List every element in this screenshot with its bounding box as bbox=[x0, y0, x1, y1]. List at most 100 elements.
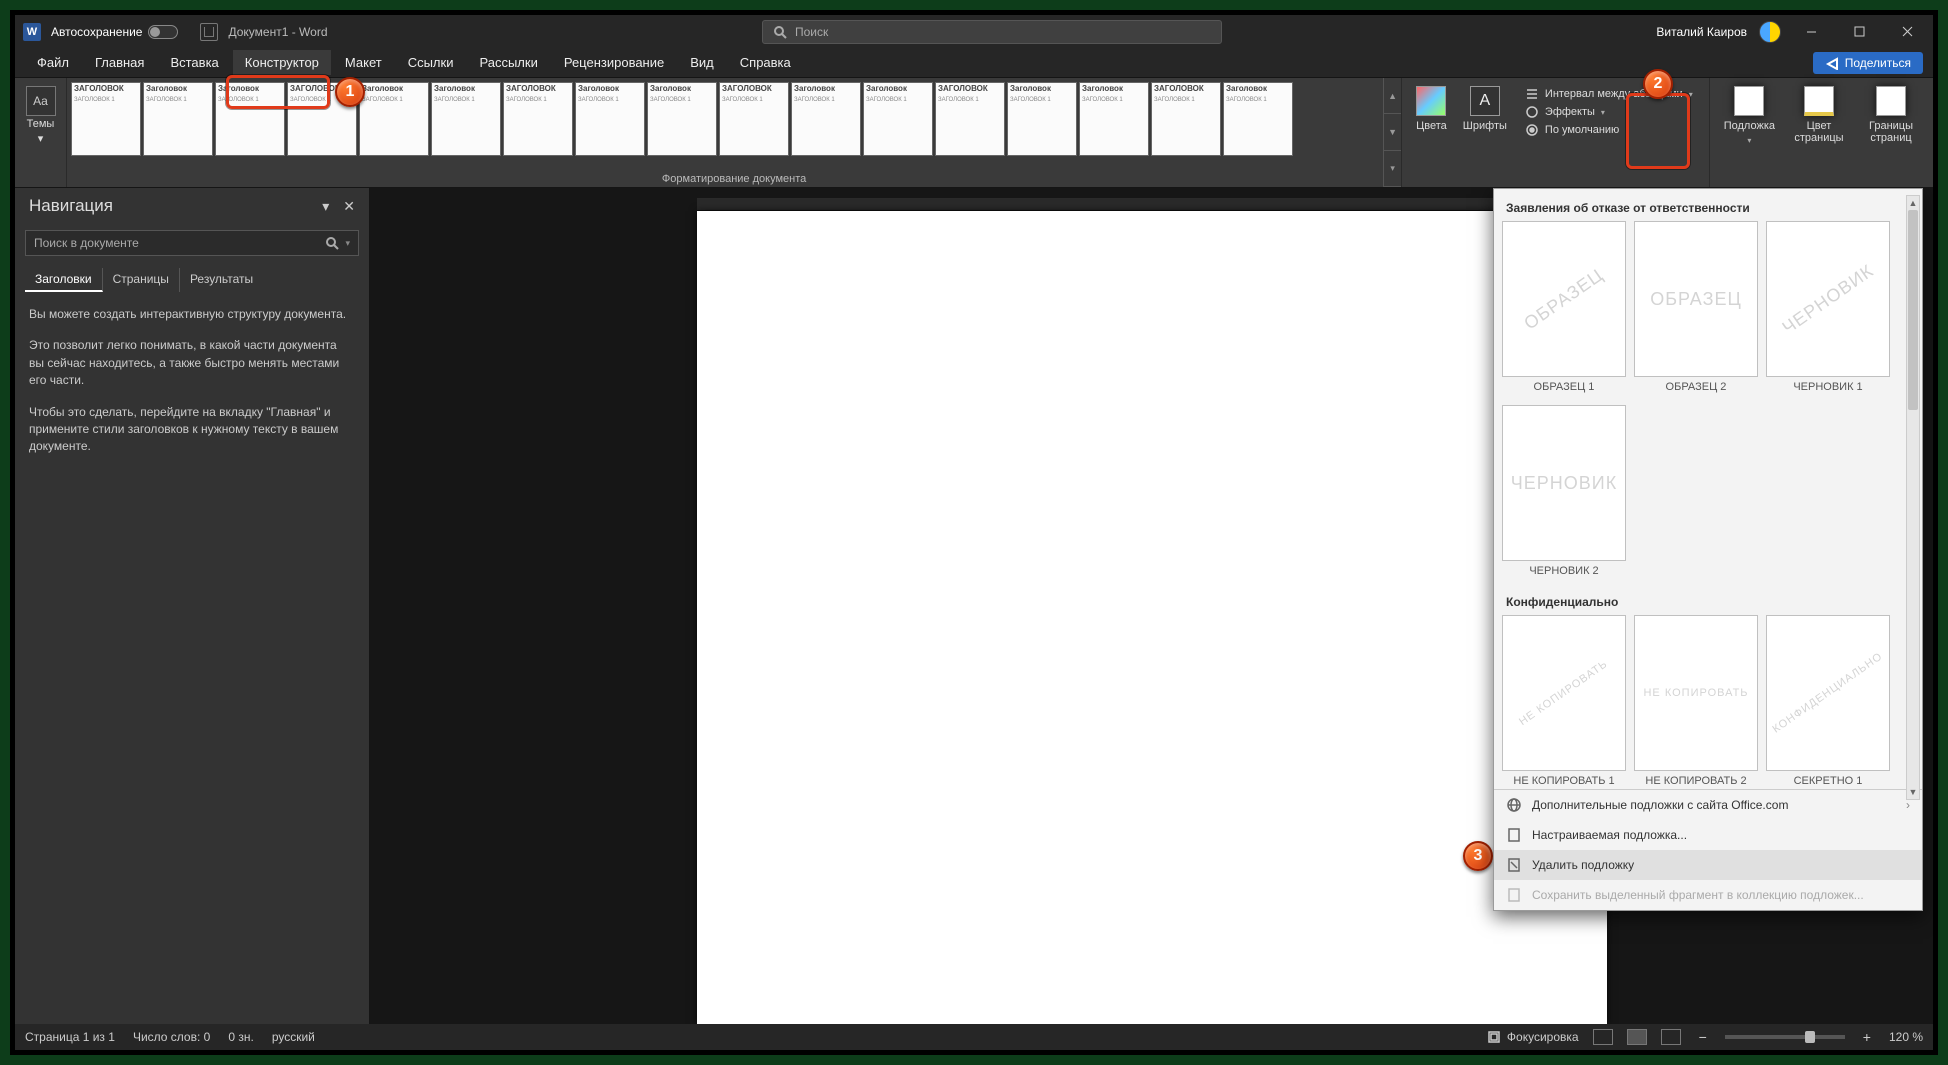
colors-icon bbox=[1416, 86, 1446, 116]
share-button[interactable]: Поделиться bbox=[1813, 52, 1923, 74]
tab-mailings[interactable]: Рассылки bbox=[467, 50, 549, 75]
style-gallery-item[interactable]: ЗаголовокЗАГОЛОВОК 1 bbox=[359, 82, 429, 156]
tab-review[interactable]: Рецензирование bbox=[552, 50, 676, 75]
user-name[interactable]: Виталий Каиров bbox=[1656, 25, 1747, 39]
style-gallery-item[interactable]: ЗАГОЛОВОКЗАГОЛОВОК 1 bbox=[935, 82, 1005, 156]
watermark-option[interactable]: НЕ КОПИРОВАТЬНЕ КОПИРОВАТЬ 1 bbox=[1502, 615, 1626, 789]
autosave-toggle[interactable]: Автосохранение bbox=[51, 25, 178, 39]
search-box[interactable]: Поиск bbox=[762, 20, 1222, 44]
nav-close-icon[interactable]: ✕ bbox=[343, 198, 355, 215]
page-color-button[interactable]: Цвет страницы bbox=[1783, 82, 1855, 148]
page-borders-button[interactable]: Границы страниц bbox=[1855, 82, 1927, 148]
toggle-switch-icon[interactable] bbox=[148, 25, 178, 39]
nav-menu-icon[interactable]: ▾ bbox=[322, 198, 329, 215]
share-icon bbox=[1825, 56, 1839, 70]
status-chars[interactable]: 0 зн. bbox=[228, 1030, 253, 1044]
page-icon bbox=[1506, 827, 1522, 843]
watermark-option[interactable]: ЧЕРНОВИКЧЕРНОВИК 1 bbox=[1766, 221, 1890, 397]
style-gallery-item[interactable]: ЗАГОЛОВОКЗАГОЛОВОК 1 bbox=[71, 82, 141, 156]
app-icon: W bbox=[23, 23, 41, 41]
effects-button[interactable]: Эффекты▾ bbox=[1523, 104, 1695, 120]
zoom-slider[interactable] bbox=[1725, 1035, 1845, 1039]
style-gallery-item[interactable]: ЗаголовокЗАГОЛОВОК 1 bbox=[647, 82, 717, 156]
nav-tabs: Заголовки Страницы Результаты bbox=[15, 262, 369, 292]
status-bar: Страница 1 из 1 Число слов: 0 0 зн. русс… bbox=[15, 1024, 1933, 1050]
themes-button[interactable]: Темы ▾ bbox=[22, 82, 60, 149]
nav-search-input[interactable]: Поиск в документе ▾ bbox=[25, 230, 359, 256]
style-gallery-item[interactable]: ЗаголовокЗАГОЛОВОК 1 bbox=[143, 82, 213, 156]
status-language[interactable]: русский bbox=[272, 1030, 315, 1044]
tab-file[interactable]: Файл bbox=[25, 50, 81, 75]
ribbon: Темы ▾ ЗАГОЛОВОКЗАГОЛОВОК 1ЗаголовокЗАГО… bbox=[15, 78, 1933, 188]
maximize-button[interactable] bbox=[1841, 18, 1877, 46]
avatar[interactable] bbox=[1759, 21, 1781, 43]
view-read-icon[interactable] bbox=[1593, 1029, 1613, 1045]
watermark-button[interactable]: Подложка ▾ bbox=[1716, 82, 1783, 149]
navigation-pane: Навигация ▾ ✕ Поиск в документе ▾ Заголо… bbox=[15, 188, 370, 1024]
zoom-level[interactable]: 120 % bbox=[1889, 1030, 1923, 1044]
style-gallery-item[interactable]: ЗаголовокЗАГОЛОВОК 1 bbox=[1223, 82, 1293, 156]
style-gallery-item[interactable]: ЗаголовокЗАГОЛОВОК 1 bbox=[1079, 82, 1149, 156]
watermark-option[interactable]: КОНФИДЕНЦИАЛЬНОСЕКРЕТНО 1 bbox=[1766, 615, 1890, 789]
tab-design[interactable]: Конструктор bbox=[233, 50, 331, 75]
watermark-option[interactable]: ОБРАЗЕЦОБРАЗЕЦ 1 bbox=[1502, 221, 1626, 397]
view-web-icon[interactable] bbox=[1661, 1029, 1681, 1045]
annotation-badge-2: 2 bbox=[1643, 69, 1673, 99]
status-page[interactable]: Страница 1 из 1 bbox=[25, 1030, 115, 1044]
gallery-group-label: Форматирование документа bbox=[67, 173, 1401, 185]
watermark-option[interactable]: ЧЕРНОВИКЧЕРНОВИК 2 bbox=[1502, 405, 1626, 581]
dd-section-disclaimers: Заявления об отказе от ответственности bbox=[1502, 195, 1918, 221]
nav-tab-headings[interactable]: Заголовки bbox=[25, 268, 103, 292]
ribbon-tabs: Файл Главная Вставка Конструктор Макет С… bbox=[15, 48, 1933, 78]
style-gallery-item[interactable]: ЗАГОЛОВОКЗАГОЛОВОК 1 bbox=[503, 82, 573, 156]
tab-insert[interactable]: Вставка bbox=[158, 50, 230, 75]
themes-icon bbox=[26, 86, 56, 116]
minimize-button[interactable] bbox=[1793, 18, 1829, 46]
dd-section-confidential: Конфиденциально bbox=[1502, 589, 1918, 615]
tab-home[interactable]: Главная bbox=[83, 50, 156, 75]
remove-watermark-row[interactable]: Удалить подложку bbox=[1494, 850, 1922, 880]
style-gallery-item[interactable]: ЗаголовокЗАГОЛОВОК 1 bbox=[431, 82, 501, 156]
search-icon bbox=[773, 25, 787, 39]
focus-icon bbox=[1487, 1030, 1501, 1044]
save-icon[interactable] bbox=[200, 23, 218, 41]
style-gallery-item[interactable]: ЗаголовокЗАГОЛОВОК 1 bbox=[1007, 82, 1077, 156]
save-gallery-icon bbox=[1506, 887, 1522, 903]
remove-page-icon bbox=[1506, 857, 1522, 873]
nav-tab-results[interactable]: Результаты bbox=[180, 268, 263, 292]
watermark-option[interactable]: НЕ КОПИРОВАТЬНЕ КОПИРОВАТЬ 2 bbox=[1634, 615, 1758, 789]
close-button[interactable] bbox=[1889, 18, 1925, 46]
style-gallery-item[interactable]: ЗаголовокЗАГОЛОВОК 1 bbox=[215, 82, 285, 156]
set-default-button[interactable]: По умолчанию bbox=[1523, 122, 1695, 138]
nav-tab-pages[interactable]: Страницы bbox=[103, 268, 180, 292]
tab-view[interactable]: Вид bbox=[678, 50, 726, 75]
nav-body: Вы можете создать интерактивную структур… bbox=[15, 292, 369, 484]
dropdown-scrollbar[interactable]: ▲▼ bbox=[1906, 195, 1920, 800]
document-page[interactable] bbox=[697, 211, 1607, 1024]
ruler[interactable] bbox=[697, 198, 1607, 211]
custom-watermark-row[interactable]: Настраиваемая подложка... bbox=[1494, 820, 1922, 850]
more-watermarks-row[interactable]: Дополнительные подложки с сайта Office.c… bbox=[1494, 790, 1922, 820]
fonts-button[interactable]: A Шрифты bbox=[1455, 82, 1515, 136]
colors-button[interactable]: Цвета bbox=[1408, 82, 1455, 136]
watermark-option[interactable]: ОБРАЗЕЦОБРАЗЕЦ 2 bbox=[1634, 221, 1758, 397]
style-gallery-item[interactable]: ЗаголовокЗАГОЛОВОК 1 bbox=[575, 82, 645, 156]
save-selection-row: Сохранить выделенный фрагмент в коллекци… bbox=[1494, 880, 1922, 910]
style-gallery-item[interactable]: ЗАГОЛОВОКЗАГОЛОВОК 1 bbox=[1151, 82, 1221, 156]
globe-icon bbox=[1506, 797, 1522, 813]
status-words[interactable]: Число слов: 0 bbox=[133, 1030, 210, 1044]
nav-title: Навигация bbox=[29, 196, 113, 216]
style-gallery[interactable]: ЗАГОЛОВОКЗАГОЛОВОК 1ЗаголовокЗАГОЛОВОК 1… bbox=[67, 78, 1402, 187]
zoom-in-button[interactable]: + bbox=[1859, 1029, 1875, 1045]
zoom-out-button[interactable]: − bbox=[1695, 1029, 1711, 1045]
focus-mode-button[interactable]: Фокусировка bbox=[1487, 1030, 1579, 1044]
view-print-icon[interactable] bbox=[1627, 1029, 1647, 1045]
tab-layout[interactable]: Макет bbox=[333, 50, 394, 75]
style-gallery-item[interactable]: ЗаголовокЗАГОЛОВОК 1 bbox=[791, 82, 861, 156]
style-gallery-item[interactable]: ЗАГОЛОВОКЗАГОЛОВОК 1 bbox=[719, 82, 789, 156]
tab-references[interactable]: Ссылки bbox=[396, 50, 466, 75]
tab-help[interactable]: Справка bbox=[728, 50, 803, 75]
style-gallery-item[interactable]: ЗаголовокЗАГОЛОВОК 1 bbox=[863, 82, 933, 156]
gallery-scroll[interactable]: ▲▼▾ bbox=[1383, 78, 1401, 187]
annotation-badge-1: 1 bbox=[335, 77, 365, 107]
